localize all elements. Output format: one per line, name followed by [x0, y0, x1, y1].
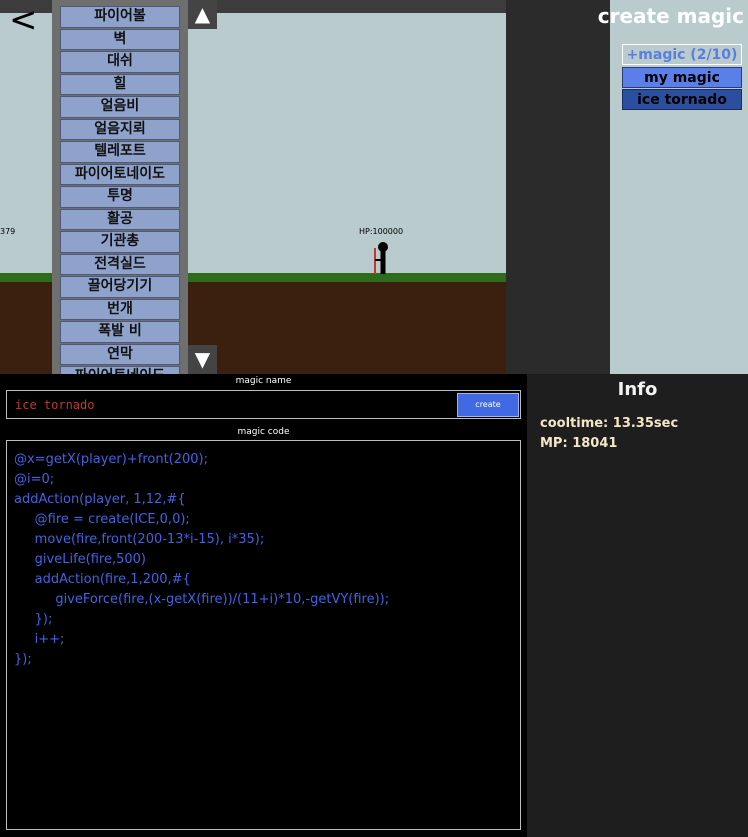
code-line: @fire = create(ICE,0,0);: [14, 512, 190, 527]
spell-item[interactable]: 텔레포트: [60, 141, 180, 163]
magic-slot-my-magic[interactable]: my magic: [622, 67, 742, 88]
enemy-hp-label: 379: [0, 227, 16, 236]
code-line: addAction(fire,1,200,#{: [14, 572, 191, 587]
spell-item[interactable]: 힐: [60, 73, 180, 95]
spell-list: 파이어볼 벽 대쉬 힐 얼음비 얼음지뢰 텔레포트 파이어토네이도 투명 활공 기관총 전격실드 끌어당…: [60, 6, 180, 374]
divider-panel: [506, 0, 610, 374]
info-panel: Info cooltime: 13.35sec MP: 18041: [527, 374, 748, 837]
back-button[interactable]: <: [9, 0, 38, 40]
magic-code-label: magic code: [237, 427, 290, 437]
spell-list-panel: 파이어볼 벽 대쉬 힐 얼음비 얼음지뢰 텔레포트 파이어토네이도 투명 활공 기관총 전격실드 끌어당…: [52, 0, 188, 374]
spell-item[interactable]: 파이어토네이도: [60, 163, 180, 185]
scroll-down-button[interactable]: ▼: [188, 345, 217, 374]
scroll-up-button[interactable]: ▲: [188, 0, 217, 29]
code-line: });: [14, 612, 53, 627]
magic-name-input[interactable]: [15, 396, 455, 414]
player-hp-label: HP:100000: [359, 227, 404, 236]
spell-item[interactable]: 얼음비: [60, 96, 180, 118]
code-line: i++;: [14, 632, 65, 647]
spell-item[interactable]: 연막: [60, 343, 180, 365]
spell-item[interactable]: 전격실드: [60, 253, 180, 275]
add-magic-button[interactable]: +magic (2/10): [622, 44, 742, 65]
game-viewport: < 379 HP:100000 파이어볼 벽 대쉬 힐 얼음비 얼음지뢰 텔레포트 파이어토네…: [0, 0, 506, 374]
code-line: move(fire,front(200-13*i-15), i*35);: [14, 532, 265, 547]
spell-item[interactable]: 투명: [60, 186, 180, 208]
code-line: giveForce(fire,(x-getX(fire))/(11+i)*10,…: [14, 592, 390, 607]
spell-item[interactable]: 파이어볼: [60, 6, 180, 28]
spell-item[interactable]: 얼음지뢰: [60, 118, 180, 140]
magic-name-label: magic name: [235, 376, 292, 386]
spell-item[interactable]: 번개: [60, 298, 180, 320]
code-line: giveLife(fire,500): [14, 552, 146, 567]
spell-item[interactable]: 폭발 비: [60, 321, 180, 343]
spell-item[interactable]: 기관총: [60, 231, 180, 253]
magic-editor: magic name create magic code @x=getX(pla…: [0, 374, 527, 837]
code-line: addAction(player, 1,12,#{: [14, 492, 186, 507]
create-magic-title: create magic: [597, 4, 744, 28]
cooltime-text: cooltime: 13.35sec: [540, 416, 679, 431]
magic-slot-ice-tornado[interactable]: ice tornado: [622, 89, 742, 110]
code-line: @i=0;: [14, 472, 55, 487]
info-title: Info: [617, 379, 658, 400]
magic-name-field: [6, 390, 521, 419]
spell-item[interactable]: 파이어토네이도: [60, 366, 180, 374]
magic-code-editor[interactable]: @x=getX(player)+front(200); @i=0; addActio…: [6, 440, 521, 830]
code-line: });: [14, 652, 32, 667]
mp-text: MP: 18041: [540, 436, 618, 451]
spell-item[interactable]: 대쉬: [60, 51, 180, 73]
code-line: @x=getX(player)+front(200);: [14, 452, 209, 467]
spell-item[interactable]: 벽: [60, 28, 180, 50]
spell-item[interactable]: 끌어당기기: [60, 276, 180, 298]
player-stickman: [374, 242, 388, 274]
create-button[interactable]: create: [457, 393, 519, 417]
spell-item[interactable]: 활공: [60, 208, 180, 230]
